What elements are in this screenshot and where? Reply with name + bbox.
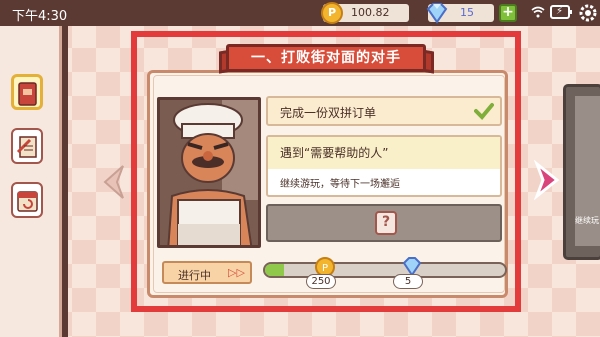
gem-counter: 15 bbox=[426, 3, 494, 24]
book-icon bbox=[18, 82, 37, 106]
gem-amount: 15 bbox=[460, 6, 474, 19]
scroll-icon bbox=[16, 136, 37, 158]
battery-icon: ⚡ bbox=[550, 5, 572, 19]
settings-gear-icon[interactable] bbox=[578, 3, 598, 23]
calendar-button[interactable] bbox=[11, 182, 43, 218]
next-mission-label: 继续玩 bbox=[575, 216, 599, 225]
next-arrow-icon[interactable] bbox=[533, 160, 563, 200]
calendar-icon bbox=[17, 191, 38, 212]
coin-counter: P 100.82 bbox=[321, 2, 409, 24]
highlight-frame bbox=[131, 31, 521, 312]
notes-button[interactable] bbox=[11, 128, 43, 164]
wifi-icon bbox=[531, 6, 545, 18]
coin-icon: P bbox=[321, 2, 343, 24]
previous-arrow-icon[interactable] bbox=[97, 162, 127, 202]
add-gems-button[interactable]: + bbox=[499, 4, 517, 22]
clock-time: 下午4:30 bbox=[12, 9, 68, 24]
left-menu bbox=[0, 26, 62, 337]
coin-amount: 100.82 bbox=[351, 6, 390, 19]
top-status-bar: 下午4:30 P 100.82 15 + ⚡ bbox=[0, 0, 600, 26]
gem-icon bbox=[426, 3, 448, 24]
recipe-book-button[interactable] bbox=[11, 74, 43, 110]
